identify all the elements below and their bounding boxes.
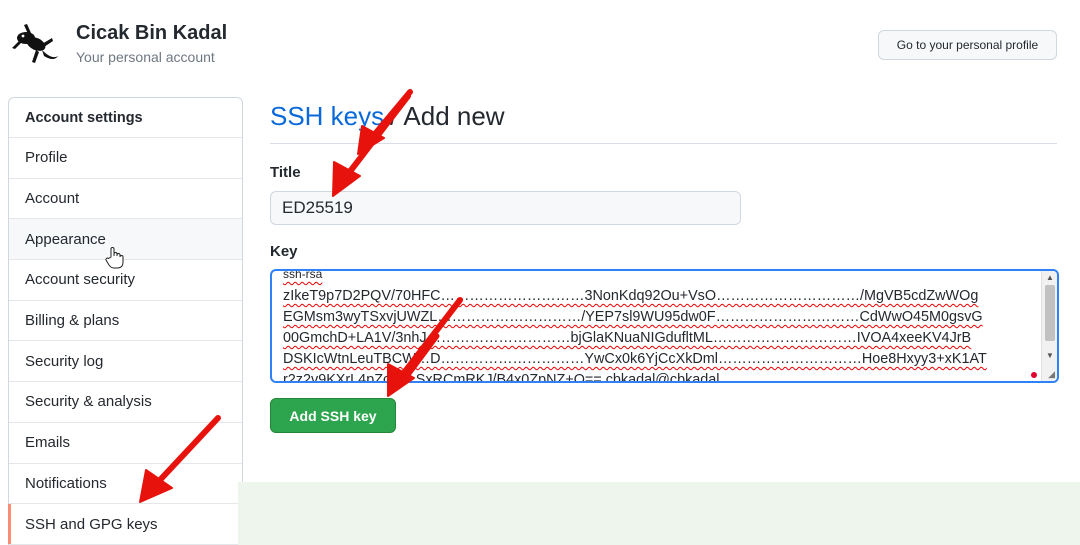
user-name: Cicak Bin Kadal <box>76 22 228 44</box>
settings-sidebar: Account settings Profile Account Appeara… <box>8 97 243 545</box>
add-ssh-key-button[interactable]: Add SSH key <box>270 398 396 433</box>
key-line-1: zIkeT9p7D2PQV/70HFC…………………………3NonKdq92Ou… <box>283 288 979 304</box>
spellcheck-dot-icon <box>1031 372 1037 378</box>
scroll-thumb[interactable] <box>1045 285 1055 341</box>
user-subtitle: Your personal account <box>76 49 215 65</box>
sidebar-item-appearance[interactable]: Appearance <box>9 219 242 261</box>
scroll-up-icon[interactable]: ▲ <box>1042 271 1057 283</box>
breadcrumb: SSH keys / Add new <box>270 96 1057 136</box>
resize-grip-icon[interactable]: ◢ <box>1048 369 1055 380</box>
key-line-2: EGMsm3wyTSxvjUWZL…………………………/YEP7sl9WU95d… <box>283 309 983 325</box>
sidebar-item-security-analysis[interactable]: Security & analysis <box>9 382 242 423</box>
sidebar-heading: Account settings <box>9 98 242 138</box>
sidebar-item-profile[interactable]: Profile <box>9 138 242 179</box>
bottom-green-panel <box>238 482 1080 545</box>
go-to-profile-button[interactable]: Go to your personal profile <box>878 30 1057 60</box>
key-line-4: DSKIcWtnLeuTBCW…D…………………………YwCx0k6YjCcXk… <box>283 351 987 367</box>
key-line-3: 00GmchD+LA1V/3nhJ…………………………bjGlaKNuaNIGd… <box>283 330 972 346</box>
sidebar-item-notifications[interactable]: Notifications <box>9 464 242 505</box>
sidebar-item-ssh-gpg-keys[interactable]: SSH and GPG keys <box>8 504 242 545</box>
breadcrumb-current: Add new <box>403 100 505 131</box>
gecko-avatar-icon <box>12 24 58 63</box>
hand-cursor-icon <box>105 247 124 269</box>
sidebar-item-account-security[interactable]: Account security <box>9 260 242 301</box>
sidebar-item-emails[interactable]: Emails <box>9 423 242 464</box>
sidebar-item-security-log[interactable]: Security log <box>9 341 242 383</box>
title-input[interactable] <box>270 191 741 225</box>
sidebar-item-billing[interactable]: Billing & plans <box>9 301 242 342</box>
key-text: ssh-rsa zIkeT9p7D2PQV/70HFC…………………………3No… <box>283 269 1038 383</box>
sidebar-item-account[interactable]: Account <box>9 179 242 220</box>
breadcrumb-separator: / <box>390 100 398 131</box>
key-scrollbar[interactable]: ▲ ▼ <box>1041 271 1057 381</box>
key-line-5: r2z2v9KXrL4pZcG…SxRCmRKJ/B4x0ZpNZ+Q== cb… <box>283 372 720 383</box>
breadcrumb-ssh-keys-link[interactable]: SSH keys <box>270 101 384 132</box>
title-label: Title <box>270 164 301 181</box>
key-textarea[interactable]: ssh-rsa zIkeT9p7D2PQV/70HFC…………………………3No… <box>270 269 1059 383</box>
main-content: SSH keys / Add new <box>270 96 1057 136</box>
header-divider <box>270 143 1057 144</box>
scroll-down-icon[interactable]: ▼ <box>1042 349 1057 361</box>
key-label: Key <box>270 243 298 260</box>
key-line-0: ssh-rsa <box>283 269 323 281</box>
